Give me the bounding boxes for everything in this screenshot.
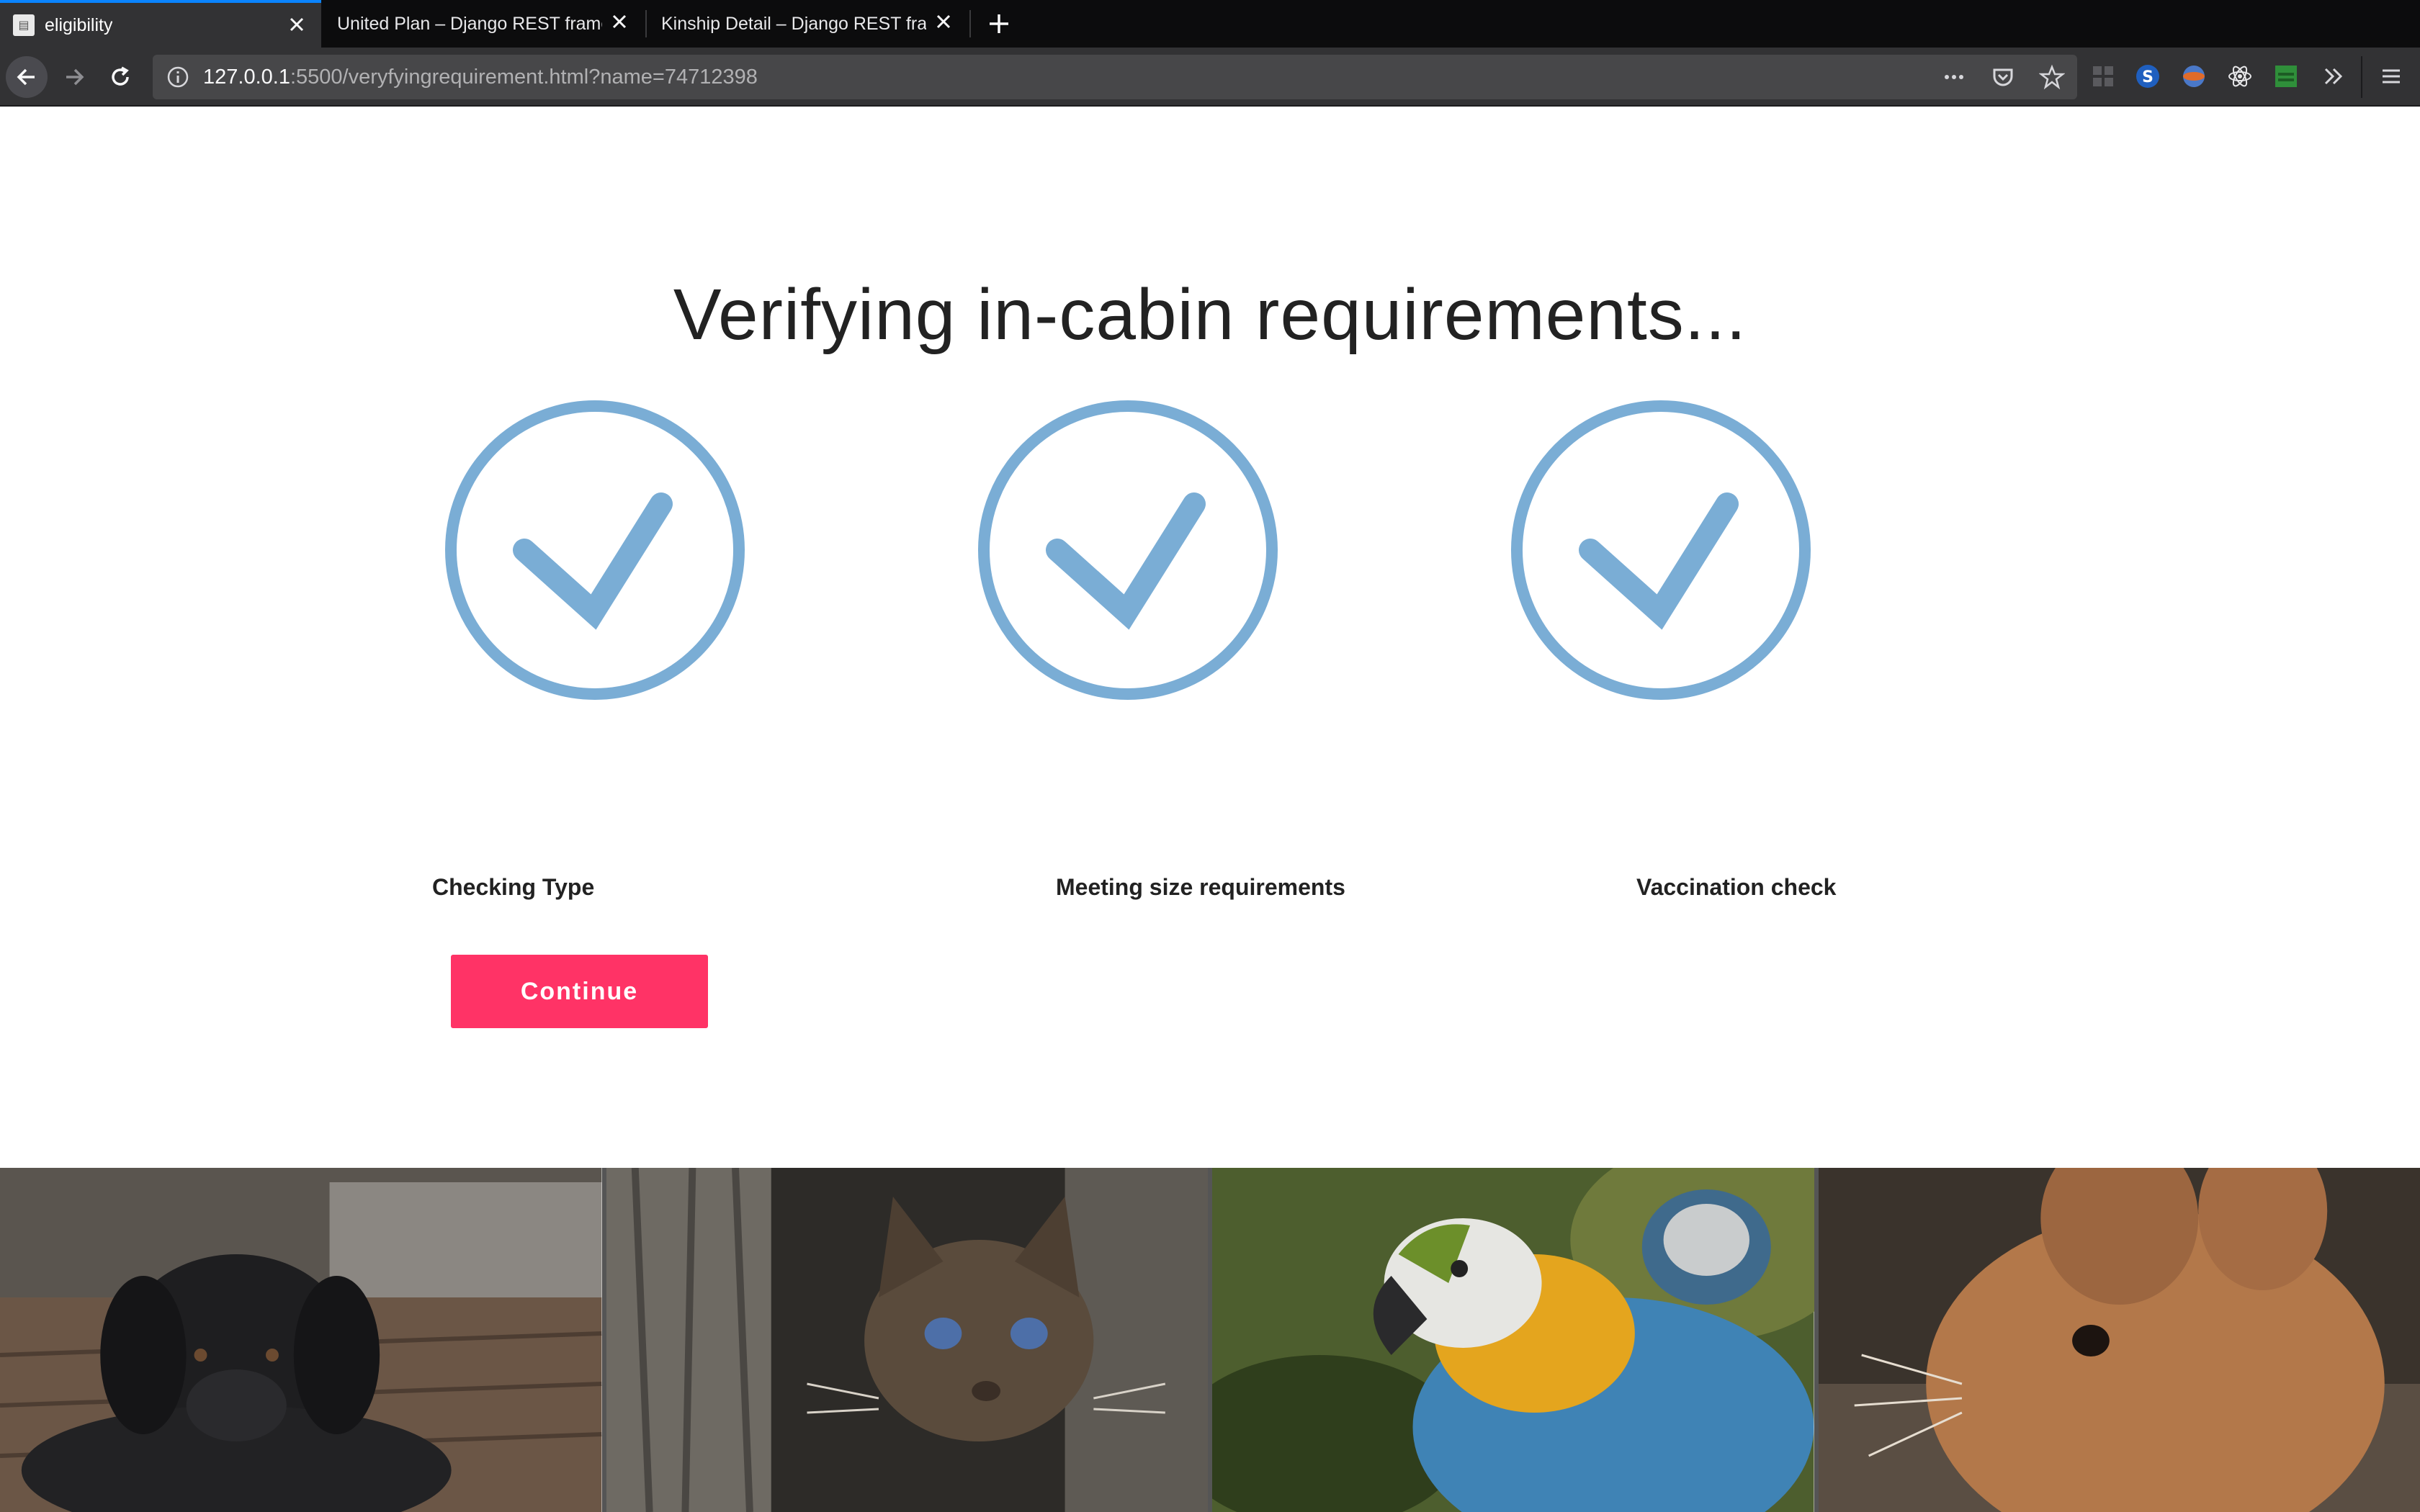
requirement-label-type: Checking Type xyxy=(432,874,595,900)
arrow-left-icon xyxy=(17,68,35,86)
menu-hamburger-icon[interactable] xyxy=(2377,62,2406,91)
page-actions-icon[interactable] xyxy=(1940,63,1968,91)
check-complete-icon xyxy=(978,400,1278,700)
react-devtools-icon[interactable] xyxy=(2226,62,2254,91)
reload-button[interactable] xyxy=(99,56,141,98)
arrow-right-icon xyxy=(66,68,84,86)
overflow-chevron-icon[interactable] xyxy=(2319,62,2348,91)
close-tab-icon[interactable] xyxy=(933,12,954,32)
url-path: :5500/veryfyingrequirement.html?name=747… xyxy=(290,65,758,89)
cors-extension-icon[interactable] xyxy=(2272,62,2300,91)
site-info-icon[interactable] xyxy=(166,65,190,89)
back-button[interactable] xyxy=(6,56,48,98)
page-title: Verifying in-cabin requirements... xyxy=(673,274,1747,355)
url-host: 127.0.0.1 xyxy=(203,65,290,89)
new-tab-icon[interactable] xyxy=(984,9,1014,39)
tab-united-plan[interactable]: United Plan – Django REST framewo xyxy=(323,0,644,48)
check-complete-icon xyxy=(1511,400,1811,700)
extension-s-icon[interactable]: S xyxy=(2133,62,2162,91)
pet-photo-gallery xyxy=(0,1168,2420,1512)
extension-globe-icon[interactable] xyxy=(2179,62,2208,91)
reload-icon xyxy=(112,66,129,86)
tab-eligibility[interactable]: ▤ eligibility xyxy=(0,0,321,48)
tab-separator xyxy=(969,10,971,37)
tab-title: United Plan – Django REST framewo xyxy=(337,13,602,34)
continue-button[interactable]: Continue xyxy=(451,955,708,1028)
requirement-label-size: Meeting size requirements xyxy=(1056,874,1345,900)
url-text: 127.0.0.1:5500/veryfyingrequirement.html… xyxy=(203,66,758,89)
tab-bar: ▤ eligibility United Plan – Django REST … xyxy=(0,0,2420,48)
bookmark-star-icon[interactable] xyxy=(2038,63,2066,91)
close-tab-icon[interactable] xyxy=(287,14,307,35)
tab-title: eligibility xyxy=(45,14,113,35)
library-icon[interactable] xyxy=(2089,62,2118,91)
rabbit-photo xyxy=(1814,1168,2420,1512)
navigation-toolbar: 127.0.0.1:5500/veryfyingrequirement.html… xyxy=(0,48,2420,107)
pocket-icon[interactable] xyxy=(1989,63,2017,91)
page-favicon-icon: ▤ xyxy=(13,14,35,36)
parrot-photo xyxy=(1208,1168,1814,1512)
address-bar[interactable]: 127.0.0.1:5500/veryfyingrequirement.html… xyxy=(153,55,2077,99)
check-complete-icon xyxy=(445,400,745,700)
svg-text:S: S xyxy=(2142,68,2154,86)
puppy-photo xyxy=(0,1168,602,1512)
requirement-label-vaccination: Vaccination check xyxy=(1636,874,1837,900)
tab-title: Kinship Detail – Django REST frame xyxy=(661,13,926,34)
kitten-photo xyxy=(601,1168,1208,1512)
tab-kinship-detail[interactable]: Kinship Detail – Django REST frame xyxy=(647,0,968,48)
forward-button[interactable] xyxy=(53,56,95,98)
toolbar-separator xyxy=(2361,56,2362,98)
close-tab-icon[interactable] xyxy=(609,12,629,32)
